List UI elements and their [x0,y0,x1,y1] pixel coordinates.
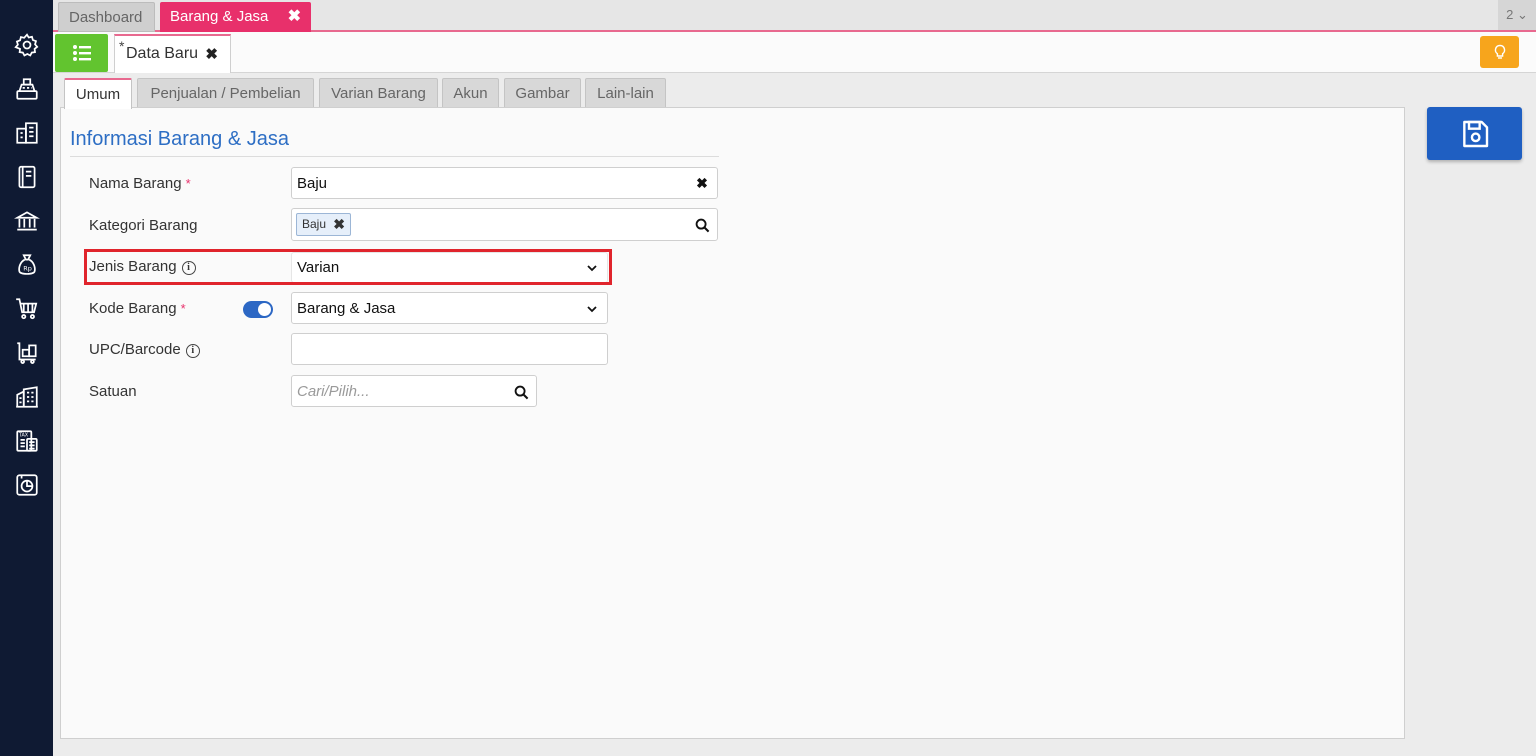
cart-boxes-icon[interactable] [13,339,40,366]
warehouse-icon[interactable] [13,383,40,410]
required-marker: * [185,176,191,191]
tab-barang-jasa[interactable]: Barang & Jasa ✖ [160,2,311,32]
tab-dashboard-label: Dashboard [69,9,143,26]
document-bar: * Data Baru ✖ [53,32,1536,73]
svg-text:TAX: TAX [17,432,28,438]
remove-chip-icon[interactable]: ✖ [333,214,345,235]
close-doc-icon[interactable]: ✖ [205,45,218,63]
bank-icon[interactable] [13,207,40,234]
tips-button[interactable] [1480,36,1519,68]
kode-barang-label: Kode Barang * [89,300,186,317]
kategori-chip-label: Baju [302,217,327,231]
tab-akun[interactable]: Akun [442,78,499,108]
nama-barang-input[interactable]: Baju ✖ [291,167,718,199]
kategori-barang-label: Kategori Barang [89,217,198,234]
upc-barcode-input[interactable] [291,333,608,365]
section-divider [70,156,719,157]
report-chart-icon[interactable] [13,471,40,498]
nama-barang-label-text: Nama Barang [89,175,182,192]
kategori-barang-input[interactable]: Baju ✖ [291,208,718,241]
tab-varian-barang[interactable]: Varian Barang [319,78,438,108]
kategori-chip: Baju ✖ [296,213,352,236]
tab-umum[interactable]: Umum [64,78,132,109]
tab-penjualan-pembelian[interactable]: Penjualan / Pembelian [137,78,314,108]
tax-document-icon[interactable]: TAX [13,427,40,454]
satuan-search-input[interactable]: Cari/Pilih... [291,375,537,407]
search-icon[interactable] [513,384,529,400]
tab-lain-lain[interactable]: Lain-lain [585,78,666,108]
kode-barang-value: Barang & Jasa [297,300,396,317]
cash-register-icon[interactable] [13,75,40,102]
form-panel: Informasi Barang & Jasa [60,107,1405,739]
doc-tab-label: Data Baru [126,45,199,62]
floppy-disk-icon [1462,120,1488,147]
tab-barang-jasa-label: Barang & Jasa [170,8,269,25]
upc-barcode-label-text: UPC/Barcode [89,341,181,358]
search-icon[interactable] [694,217,710,233]
satuan-label: Satuan [89,383,137,400]
money-bag-icon[interactable]: Rp [13,251,40,278]
highlight-box [84,249,612,285]
nama-barang-value: Baju [297,175,328,192]
close-tab-icon[interactable]: ✖ [288,2,301,32]
satuan-placeholder: Cari/Pilih... [297,383,370,400]
list-icon [72,45,91,61]
svg-text:Rp: Rp [23,264,32,272]
required-marker: * [180,301,186,316]
chevron-down-icon [584,301,600,317]
tab-dashboard[interactable]: Dashboard [58,2,155,32]
section-title: Informasi Barang & Jasa [70,128,289,150]
toggle-knob [258,303,271,316]
doc-tab-data-baru[interactable]: * Data Baru ✖ [114,34,231,73]
open-pages-dropdown[interactable]: 2 ⌄ [1498,0,1536,30]
kode-barang-label-text: Kode Barang [89,300,177,317]
nama-barang-label: Nama Barang * [89,175,191,192]
gear-icon[interactable] [13,31,40,58]
lightbulb-icon [1494,44,1505,59]
shopping-cart-icon[interactable] [13,295,40,322]
unsaved-marker: * [119,38,125,54]
building-icon[interactable] [13,119,40,146]
ledger-icon[interactable] [13,163,40,190]
info-icon[interactable]: i [185,344,200,358]
auto-code-toggle[interactable] [243,301,273,318]
list-view-button[interactable] [55,34,108,72]
sidebar: Rp TAX [0,0,53,756]
kode-barang-select[interactable]: Barang & Jasa [291,292,608,324]
tab-gambar[interactable]: Gambar [504,78,581,108]
save-button[interactable] [1427,107,1522,160]
clear-icon[interactable]: ✖ [694,175,710,191]
module-tab-bar: Dashboard Barang & Jasa ✖ 2 ⌄ [53,0,1536,32]
upc-barcode-label: UPC/Barcode i [89,341,200,358]
